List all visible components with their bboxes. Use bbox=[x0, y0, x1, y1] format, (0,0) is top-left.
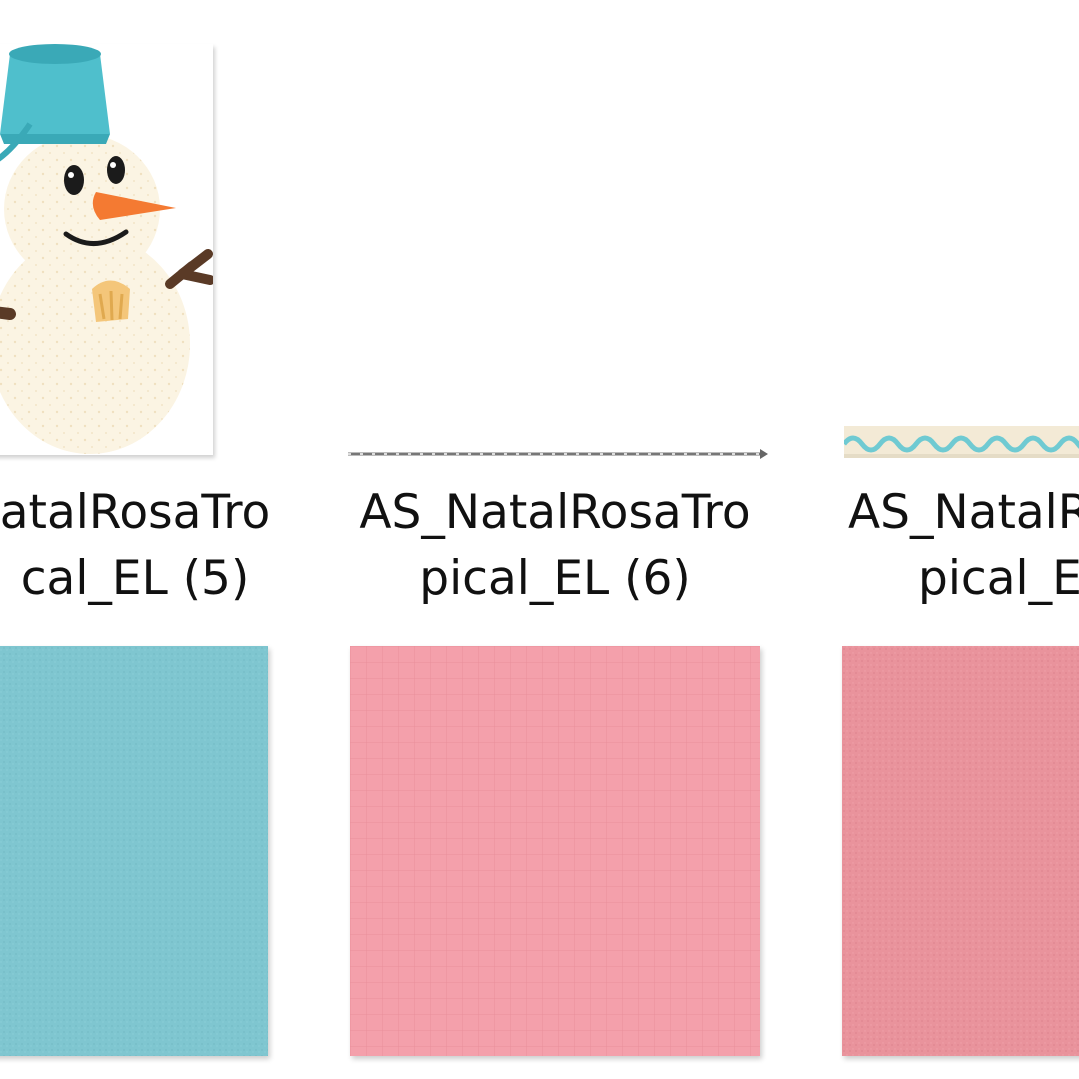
file-name-label: AS_NatalRosaTro pical_EL (6) bbox=[330, 480, 780, 612]
file-name-line1: AS_NatalR bbox=[848, 485, 1079, 540]
ribbon-thumbnail bbox=[842, 426, 1079, 458]
file-item-7[interactable]: AS_NatalR pical_E bbox=[820, 0, 1079, 640]
file-name-line1: atalRosaTro bbox=[0, 485, 271, 540]
file-name-line2: pical_E bbox=[918, 551, 1079, 606]
file-name-label: AS_NatalR pical_E bbox=[820, 480, 1079, 612]
strip-thumbnail bbox=[348, 446, 768, 460]
teal-paper-icon bbox=[0, 646, 268, 1056]
file-name-line1: AS_NatalRosaTro bbox=[359, 485, 751, 540]
snowman-icon bbox=[0, 44, 213, 454]
file-name-line2: cal_EL (5) bbox=[20, 551, 250, 606]
rose-paper-thumbnail[interactable] bbox=[842, 646, 1079, 1056]
dotted-strip-icon bbox=[348, 449, 768, 459]
file-name-line2: pical_EL (6) bbox=[419, 551, 691, 606]
rose-paper-icon bbox=[842, 646, 1079, 1056]
wave-ribbon-icon bbox=[842, 426, 1079, 458]
file-item-6[interactable]: AS_NatalRosaTro pical_EL (6) bbox=[330, 0, 780, 640]
pink-grid-paper-thumbnail[interactable] bbox=[350, 646, 760, 1056]
file-name-label: atalRosaTro cal_EL (5) bbox=[0, 480, 300, 612]
teal-paper-thumbnail[interactable] bbox=[0, 646, 268, 1056]
pink-grid-paper-icon bbox=[350, 646, 760, 1056]
snowman-thumbnail bbox=[0, 44, 213, 455]
file-grid-view: atalRosaTro cal_EL (5) AS_NatalRosaTropic… bbox=[0, 0, 1079, 1079]
file-item-5[interactable]: atalRosaTro cal_EL (5) bbox=[0, 0, 300, 640]
